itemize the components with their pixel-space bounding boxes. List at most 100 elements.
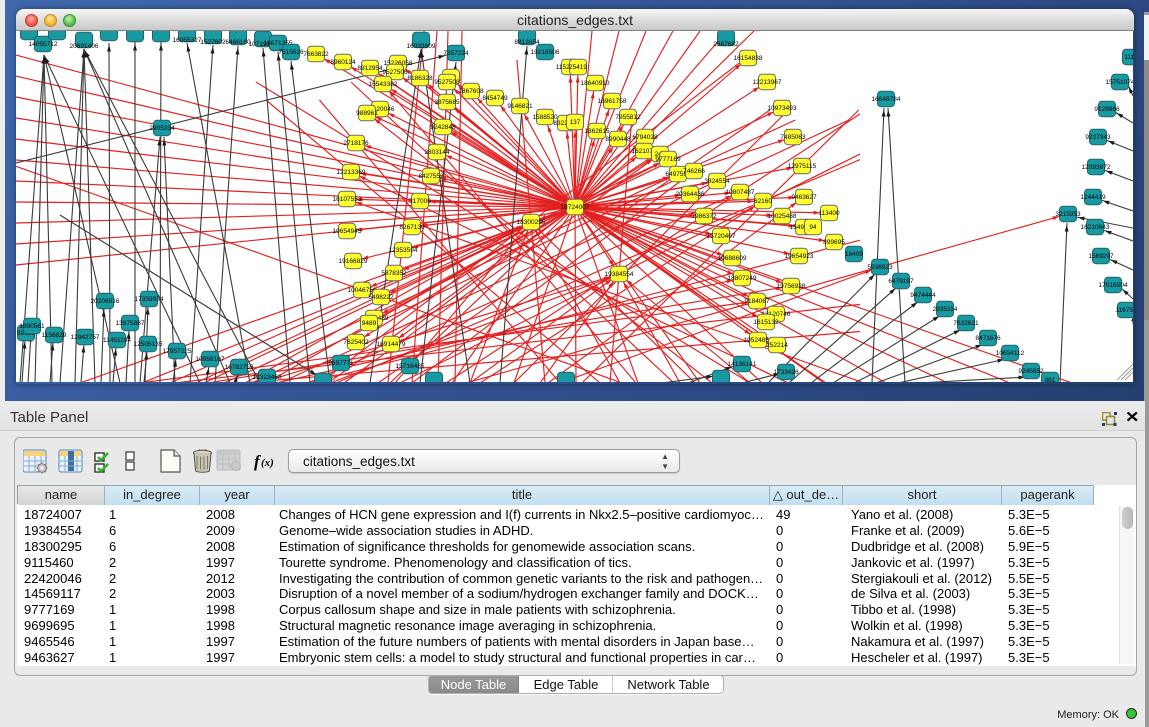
svg-text:9245652: 9245652	[1018, 368, 1044, 375]
svg-text:9129966: 9129966	[1094, 106, 1120, 113]
svg-text:17957225: 17957225	[163, 348, 192, 355]
svg-text:899695: 899695	[823, 239, 845, 246]
svg-text:3875685: 3875685	[434, 99, 460, 106]
svg-text:18724007: 18724007	[561, 204, 590, 211]
svg-text:17016504: 17016504	[1099, 282, 1128, 289]
svg-text:62160: 62160	[754, 198, 772, 205]
svg-text:9657771: 9657771	[328, 360, 354, 367]
svg-text:8990448: 8990448	[605, 136, 631, 143]
svg-text:12213967: 12213967	[753, 79, 782, 86]
svg-text:10973493: 10973493	[768, 105, 797, 112]
svg-text:8267130: 8267130	[399, 224, 425, 231]
svg-text:746266: 746266	[683, 168, 705, 175]
svg-text:9146821: 9146821	[507, 103, 533, 110]
svg-text:16648784: 16648784	[872, 96, 901, 103]
svg-text:2867608: 2867608	[458, 88, 484, 95]
svg-text:19218506: 19218506	[531, 49, 560, 56]
svg-text:1569297: 1569297	[1088, 253, 1114, 260]
svg-text:18300295: 18300295	[517, 219, 546, 226]
svg-text:6794028: 6794028	[632, 134, 658, 141]
svg-text:2803144: 2803144	[424, 149, 450, 156]
svg-text:5938923: 5938923	[867, 264, 893, 271]
svg-text:116753: 116753	[1115, 307, 1133, 314]
svg-text:7955812: 7955812	[615, 114, 641, 121]
svg-text:19756928: 19756928	[777, 283, 806, 290]
svg-text:10025488: 10025488	[768, 213, 797, 220]
svg-text:5498222: 5498222	[368, 294, 394, 301]
svg-text:18640910: 18640910	[581, 80, 610, 87]
svg-text:10958107: 10958107	[196, 356, 225, 363]
svg-text:11451194: 11451194	[103, 337, 131, 344]
svg-text:9527508: 9527508	[434, 79, 460, 86]
svg-text:9184067: 9184067	[744, 298, 770, 305]
svg-text:3215953: 3215953	[1055, 211, 1081, 218]
svg-text:252214: 252214	[766, 342, 788, 349]
svg-text:7515526: 7515526	[278, 49, 304, 56]
svg-text:19166829: 19166829	[339, 258, 368, 265]
svg-text:20206516: 20206516	[91, 298, 120, 305]
svg-text:5878352: 5878352	[381, 270, 407, 277]
svg-text:8960124: 8960124	[330, 59, 356, 66]
svg-text:12942757: 12942757	[71, 334, 100, 341]
svg-text:1527602: 1527602	[200, 39, 226, 46]
svg-text:94: 94	[809, 224, 817, 231]
svg-text:12975115: 12975115	[788, 163, 817, 170]
svg-text:9242848: 9242848	[430, 124, 456, 131]
svg-text:16543382: 16543382	[369, 81, 398, 88]
svg-text:13975887: 13975887	[116, 320, 145, 327]
svg-text:7663822: 7663822	[303, 51, 329, 58]
svg-text:19654945: 19654945	[333, 228, 362, 235]
svg-text:7625402: 7625402	[343, 339, 369, 346]
svg-text:7632621: 7632621	[953, 320, 979, 327]
svg-text:1615132: 1615132	[753, 319, 779, 326]
svg-text:(x): (x)	[261, 457, 274, 469]
svg-text:6466160: 6466160	[225, 39, 251, 46]
svg-text:8427552: 8427552	[418, 173, 444, 180]
svg-text:2905334: 2905334	[149, 125, 175, 132]
svg-text:317006: 317006	[409, 198, 431, 205]
svg-text:1362615: 1362615	[584, 128, 610, 135]
svg-text:8186328: 8186328	[407, 75, 433, 82]
svg-text:20691406: 20691406	[70, 43, 99, 50]
svg-text:3824554: 3824554	[704, 178, 730, 185]
svg-text:1890561: 1890561	[19, 323, 45, 330]
svg-text:15720407: 15720407	[707, 233, 736, 240]
svg-text:7485063: 7485063	[780, 134, 806, 141]
svg-text:25419: 25419	[569, 64, 587, 71]
svg-text:9227343: 9227343	[1085, 134, 1111, 141]
svg-text:18807249: 18807249	[728, 275, 757, 282]
svg-text:16055327: 16055327	[173, 37, 202, 44]
svg-text:1733426: 1733426	[773, 369, 799, 376]
svg-text:9777169: 9777169	[655, 156, 681, 163]
svg-text:16782759: 16782759	[225, 364, 254, 371]
svg-text:12093872: 12093872	[1082, 164, 1111, 171]
svg-text:2887682: 2887682	[713, 41, 739, 48]
svg-text:8813054: 8813054	[514, 39, 540, 46]
svg-text:2935114: 2935114	[933, 306, 958, 313]
svg-text:10807487: 10807487	[726, 189, 755, 196]
svg-text:19654923: 19654923	[785, 253, 814, 260]
svg-text:16914479: 16914479	[377, 341, 406, 348]
svg-text:16154838: 16154838	[734, 55, 763, 62]
svg-text:15751074: 15751074	[1106, 79, 1133, 86]
svg-text:8471676: 8471676	[975, 335, 1001, 342]
svg-text:12323468: 12323468	[253, 374, 282, 381]
svg-text:16107553: 16107553	[333, 196, 362, 203]
svg-text:1112: 1112	[1124, 54, 1133, 61]
svg-text:6479197: 6479197	[888, 278, 914, 285]
svg-text:12505135: 12505135	[134, 341, 163, 348]
svg-text:14136141: 14136141	[728, 361, 757, 368]
svg-text:1244419: 1244419	[1080, 194, 1106, 201]
svg-text:2718176: 2718176	[343, 140, 369, 147]
svg-text:7357224: 7357224	[443, 50, 469, 57]
svg-text:16210643: 16210643	[1081, 224, 1110, 231]
svg-text:9489: 9489	[362, 320, 377, 327]
svg-text:16409: 16409	[845, 251, 863, 258]
svg-text:988961: 988961	[356, 110, 378, 117]
svg-text:1156829: 1156829	[42, 332, 67, 339]
svg-text:15716485: 15716485	[396, 363, 425, 370]
svg-text:20364436: 20364436	[676, 191, 705, 198]
svg-text:19384554: 19384554	[605, 271, 634, 278]
svg-text:16961758: 16961758	[598, 98, 627, 105]
svg-text:9463627: 9463627	[791, 194, 817, 201]
